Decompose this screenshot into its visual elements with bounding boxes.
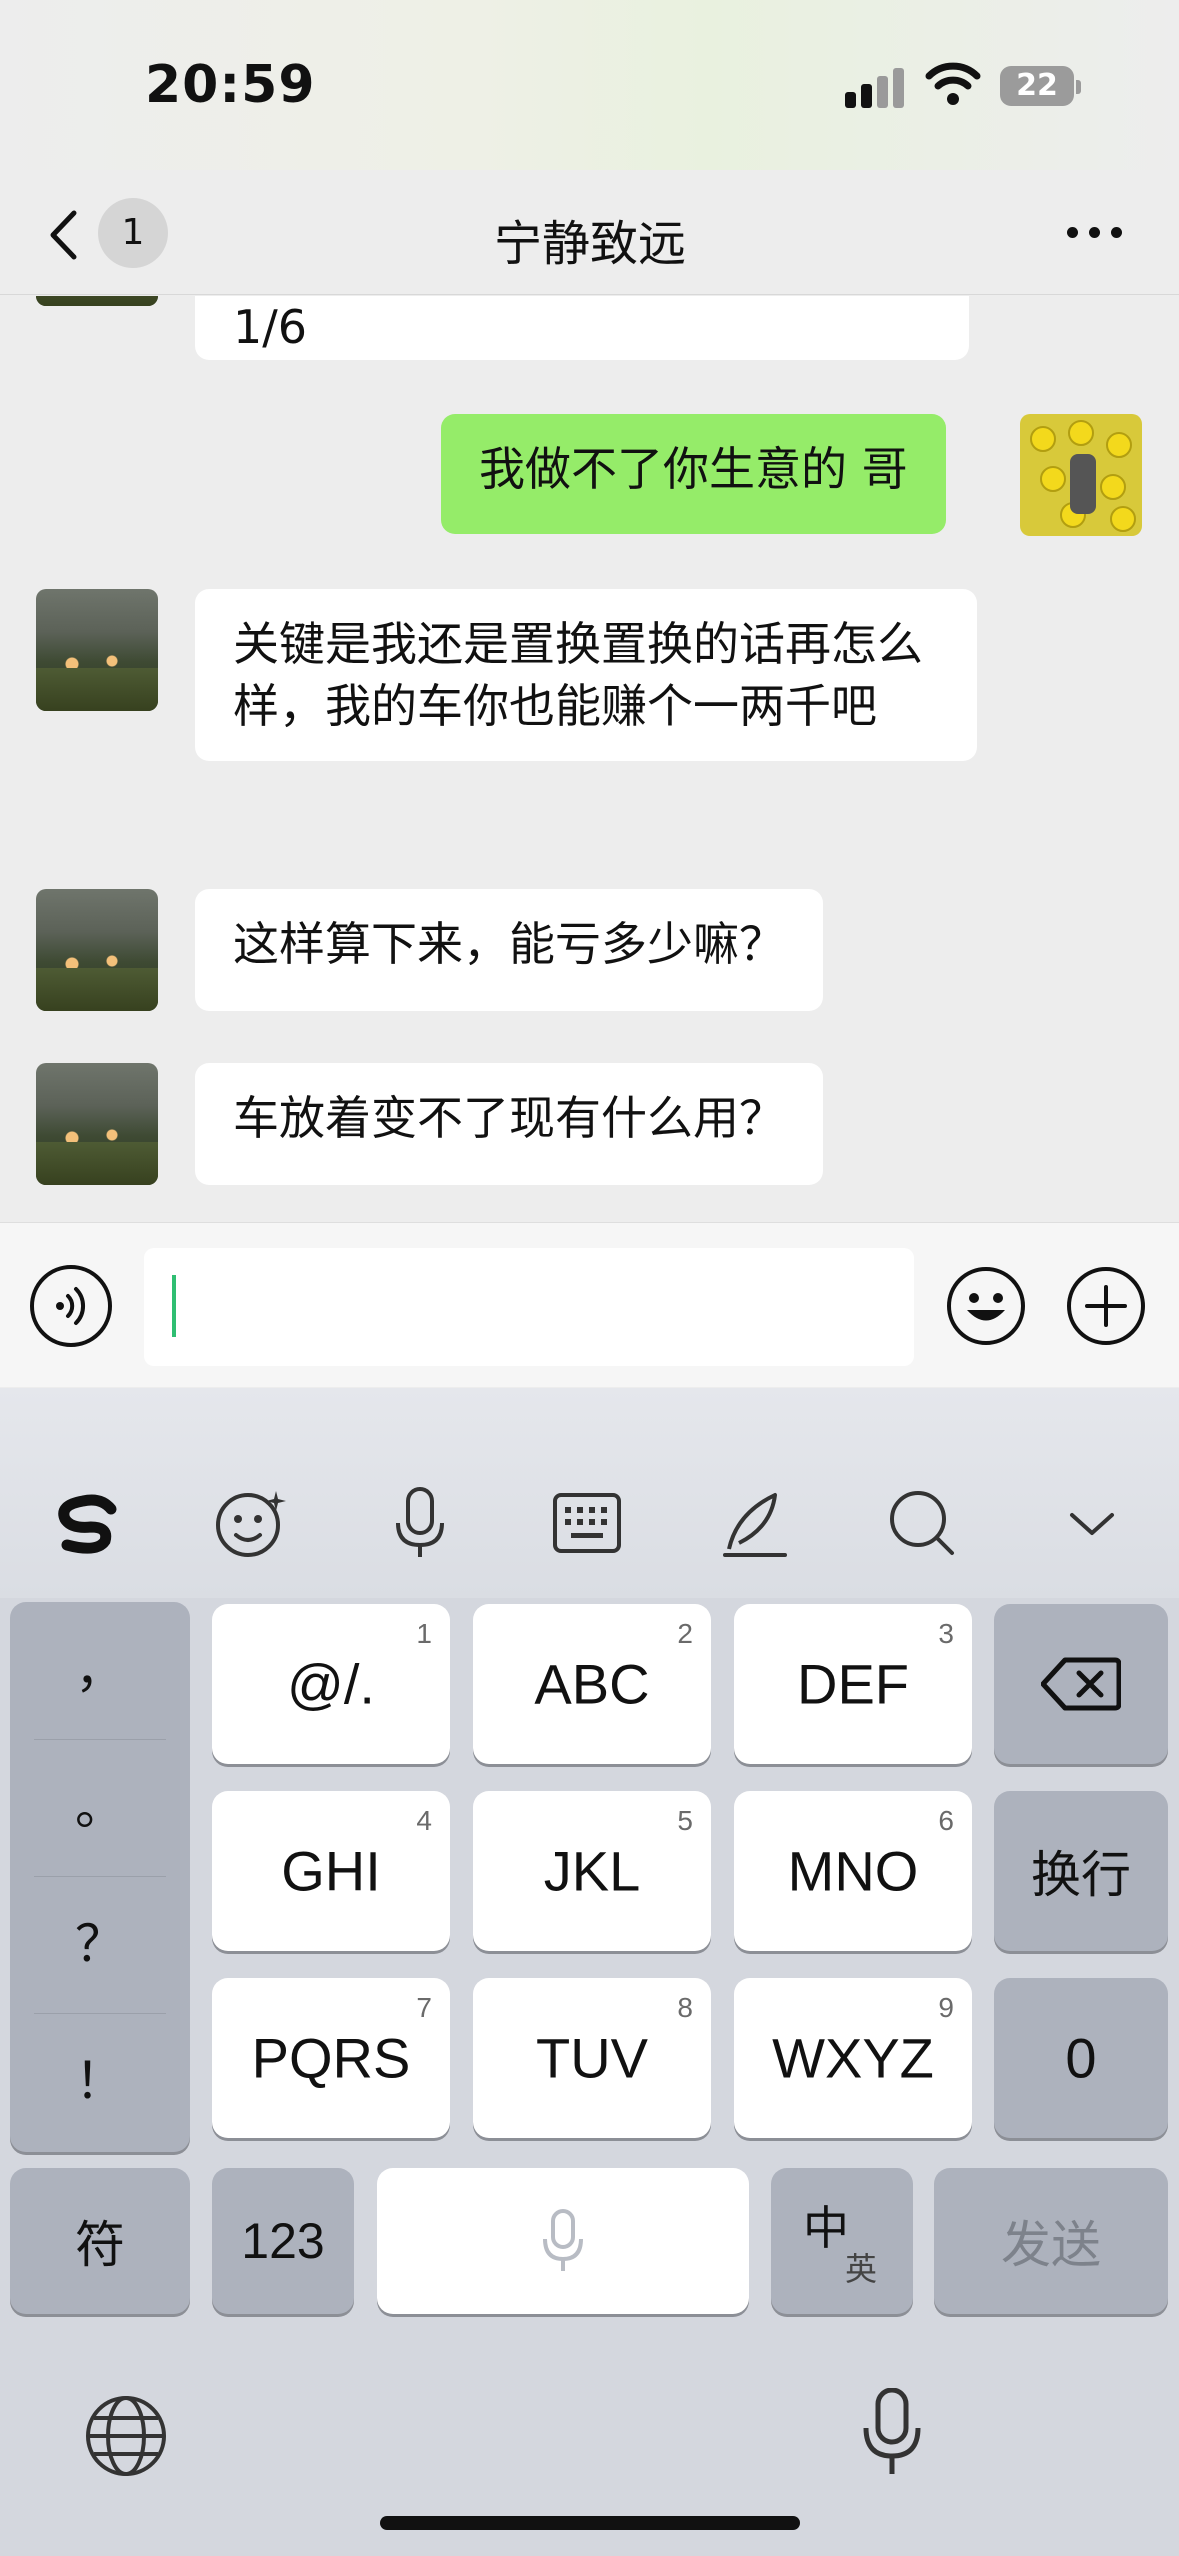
message-text: 这样算下来，能亏多少嘛？ bbox=[233, 917, 785, 971]
message-bubble-outgoing[interactable]: 我做不了你生意的 哥 bbox=[441, 414, 946, 534]
lang-main-label: 中 bbox=[803, 2202, 849, 2254]
microphone-icon bbox=[543, 2209, 583, 2271]
symbols-key[interactable]: 符 bbox=[10, 2168, 190, 2314]
language-switch-key[interactable]: 中 英 bbox=[771, 2168, 913, 2314]
punctuation-column[interactable]: ， 。 ？ ！ bbox=[10, 1602, 190, 2152]
wifi-icon bbox=[925, 62, 981, 105]
search-icon[interactable] bbox=[882, 1483, 962, 1563]
key-1[interactable]: 1 @/. bbox=[212, 1604, 450, 1764]
contact-avatar[interactable] bbox=[36, 1063, 158, 1185]
message-text: 关键是我还是置换置换的话再怎么样，我的车你也能赚个一两千吧 bbox=[233, 617, 923, 733]
message-text: 我做不了你生意的 哥 bbox=[479, 442, 908, 496]
dictation-microphone-icon[interactable] bbox=[860, 2388, 924, 2478]
punct-exclamation-key[interactable]: ！ bbox=[10, 2013, 190, 2150]
message-list[interactable]: 1/6 我做不了你生意的 哥 关键是我还是置换置换的话再怎么样，我的车你也能赚个… bbox=[0, 296, 1179, 1221]
my-avatar[interactable] bbox=[1020, 414, 1142, 536]
message-input-bar bbox=[0, 1222, 1179, 1387]
emoji-sparkle-icon[interactable] bbox=[210, 1483, 290, 1563]
message-text: 1/6 bbox=[233, 300, 308, 354]
sogou-logo-icon[interactable] bbox=[45, 1483, 125, 1563]
punct-comma-key[interactable]: ， bbox=[10, 1602, 190, 1739]
keyboard-icon[interactable] bbox=[547, 1483, 627, 1563]
chevron-left-icon bbox=[50, 210, 77, 260]
send-key[interactable]: 发送 bbox=[934, 2168, 1168, 2314]
punct-period-key[interactable]: 。 bbox=[10, 1739, 190, 1876]
key-9[interactable]: 9 WXYZ bbox=[734, 1978, 972, 2138]
key-4[interactable]: 4 GHI bbox=[212, 1791, 450, 1951]
status-bar: 20:59 22 bbox=[0, 0, 1179, 170]
emoji-button[interactable] bbox=[945, 1265, 1027, 1347]
lang-alt-label: 英 bbox=[845, 2251, 878, 2287]
chevron-down-icon[interactable] bbox=[1052, 1483, 1132, 1563]
message-bubble-incoming[interactable]: 关键是我还是置换置换的话再怎么样，我的车你也能赚个一两千吧 bbox=[195, 589, 977, 761]
microphone-icon[interactable] bbox=[380, 1483, 460, 1563]
chat-header: 1 宁静致远 bbox=[0, 170, 1179, 295]
backspace-icon bbox=[1041, 1657, 1121, 1711]
handwriting-pen-icon[interactable] bbox=[715, 1483, 795, 1563]
key-6[interactable]: 6 MNO bbox=[734, 1791, 972, 1951]
key-0[interactable]: 0 bbox=[994, 1978, 1168, 2138]
key-5[interactable]: 5 JKL bbox=[473, 1791, 711, 1951]
status-time: 20:59 bbox=[145, 55, 316, 115]
message-input[interactable] bbox=[144, 1248, 914, 1366]
back-button[interactable]: 1 bbox=[40, 192, 180, 272]
message-bubble-incoming[interactable]: 1/6 bbox=[195, 296, 969, 360]
message-bubble-incoming[interactable]: 这样算下来，能亏多少嘛？ bbox=[195, 889, 823, 1011]
plus-button[interactable] bbox=[1065, 1265, 1147, 1347]
battery-icon: 22 bbox=[1000, 66, 1074, 106]
contact-avatar[interactable] bbox=[36, 296, 158, 306]
chat-title: 宁静致远 bbox=[493, 216, 686, 272]
home-indicator[interactable] bbox=[380, 2516, 800, 2530]
contact-avatar[interactable] bbox=[36, 589, 158, 711]
unread-count-badge: 1 bbox=[98, 198, 168, 268]
contact-avatar[interactable] bbox=[36, 889, 158, 1011]
punct-question-key[interactable]: ？ bbox=[10, 1876, 190, 2013]
keyboard-toolbar bbox=[0, 1388, 1179, 1598]
more-options-button[interactable] bbox=[1065, 220, 1125, 244]
text-caret bbox=[172, 1275, 176, 1337]
key-7[interactable]: 7 PQRS bbox=[212, 1978, 450, 2138]
keyboard: ， 。 ？ ！ 1 @/. 2 ABC 3 DEF 4 GHI 5 JKL 6 … bbox=[0, 1388, 1179, 2556]
space-key[interactable] bbox=[377, 2168, 749, 2314]
backspace-key[interactable] bbox=[994, 1604, 1168, 1764]
newline-key[interactable]: 换行 bbox=[994, 1791, 1168, 1951]
cellular-signal-icon bbox=[845, 66, 907, 108]
key-8[interactable]: 8 TUV bbox=[473, 1978, 711, 2138]
numbers-key[interactable]: 123 bbox=[212, 2168, 354, 2314]
battery-cap bbox=[1076, 80, 1081, 94]
key-2[interactable]: 2 ABC bbox=[473, 1604, 711, 1764]
globe-icon[interactable] bbox=[84, 2394, 168, 2478]
sound-wave-icon bbox=[56, 1287, 86, 1325]
key-3[interactable]: 3 DEF bbox=[734, 1604, 972, 1764]
message-text: 车放着变不了现有什么用？ bbox=[233, 1091, 785, 1145]
voice-input-button[interactable] bbox=[30, 1265, 112, 1347]
message-bubble-incoming[interactable]: 车放着变不了现有什么用？ bbox=[195, 1063, 823, 1185]
